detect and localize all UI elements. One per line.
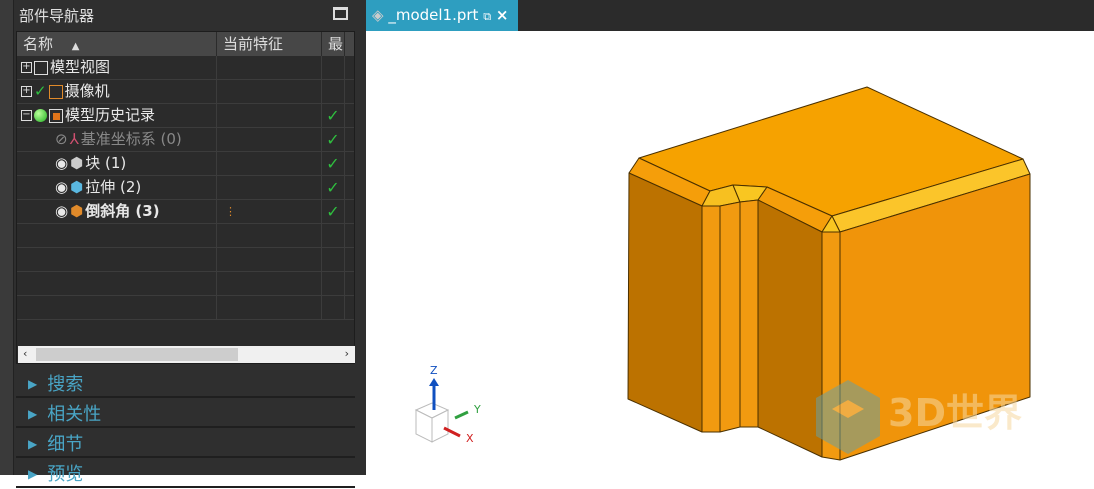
tree-row-cameras[interactable]: + ✓ 摄像机 (17, 80, 354, 104)
check-icon: ✓ (34, 82, 47, 100)
row-label: 基准坐标系 (0) (80, 130, 182, 148)
part-navigator-panel: 部件导航器 名称 ▲ 当前特征 最 + 模型视图 + ✓ 摄像机 − 模型历史记录 ✓ ⊘… (0, 0, 366, 488)
column-current-feature[interactable]: 当前特征 (217, 32, 322, 56)
scrollbar-thumb[interactable] (36, 348, 238, 361)
section-dependencies[interactable]: ▶ 相关性 (16, 400, 355, 428)
hidden-eye-icon[interactable]: ⊘ (55, 128, 68, 151)
collapse-icon[interactable]: − (21, 110, 32, 121)
eye-icon[interactable]: ◉ (55, 176, 68, 199)
notch-inner-face (757, 199, 823, 458)
row-label: 模型历史记录 (65, 106, 156, 124)
empty-row (17, 272, 354, 296)
left-face (627, 172, 703, 433)
expand-triangle-icon: ▶ (28, 377, 38, 391)
y-axis-arrow (454, 410, 469, 420)
navigator-tree: 名称 ▲ 当前特征 最 + 模型视图 + ✓ 摄像机 − 模型历史记录 ✓ ⊘ ⅄ 基准坐标系… (16, 31, 355, 364)
expand-triangle-icon: ▶ (28, 467, 38, 481)
section-label: 搜索 (47, 374, 84, 395)
model-views-icon (34, 60, 48, 75)
x-label: X (466, 432, 474, 445)
maximize-button[interactable] (333, 7, 348, 20)
watermark-text: 3D世界 (888, 391, 1022, 435)
tab-bar: ◈ _model1.prt ⧉ × (366, 0, 1094, 31)
empty-row (17, 248, 354, 272)
block-icon: ⬢ (70, 154, 84, 172)
section-search[interactable]: ▶ 搜索 (16, 370, 355, 398)
close-icon[interactable]: × (496, 6, 509, 24)
tree-row-chamfer[interactable]: ◉ ⬢ 倒斜角 (3) ⋮ ✓ (17, 200, 354, 224)
section-label: 相关性 (47, 404, 102, 425)
tree-row-extrude[interactable]: ◉ ⬢ 拉伸 (2) ✓ (17, 176, 354, 200)
float-icon[interactable]: ⧉ (483, 10, 491, 23)
current-feature-icon: ⋮ (225, 205, 236, 218)
tab-label: _model1.prt (388, 6, 479, 24)
strip-1 (701, 205, 721, 433)
latest-check (322, 56, 345, 79)
expand-triangle-icon: ▶ (28, 437, 38, 451)
empty-row (17, 296, 354, 320)
panel-title: 部件导航器 (19, 7, 95, 25)
extrude-icon: ⬢ (70, 178, 84, 196)
tree-header: 名称 ▲ 当前特征 最 (17, 32, 354, 56)
row-label: 块 (1) (85, 154, 127, 172)
watermark-logo: 3D世界 (816, 380, 1022, 454)
csys-icon: ⅄ (69, 130, 79, 148)
column-name[interactable]: 名称 ▲ (17, 32, 217, 56)
latest-check: ✓ (322, 152, 345, 175)
status-green-icon (34, 109, 47, 122)
scroll-left-icon[interactable]: ‹ (23, 347, 27, 360)
latest-check: ✓ (322, 176, 345, 199)
latest-check: ✓ (322, 200, 345, 223)
column-name-label: 名称 (23, 35, 54, 53)
expand-icon[interactable]: + (21, 86, 32, 97)
camera-icon (48, 84, 63, 99)
tab-model1[interactable]: ◈ _model1.prt ⧉ × (366, 0, 518, 31)
horizontal-scrollbar[interactable]: ‹ › (18, 346, 355, 363)
model-viewport: Z Y X 3D世界 (414, 86, 1031, 461)
part-icon: ◈ (372, 6, 384, 24)
resource-bar[interactable] (0, 0, 14, 475)
strip-2 (719, 201, 741, 433)
graphics-window[interactable]: Z Y X 3D世界 (366, 31, 1094, 475)
expand-triangle-icon: ▶ (28, 407, 38, 421)
y-label: Y (473, 403, 481, 416)
strip-3 (739, 199, 759, 428)
section-preview[interactable]: ▶ 预览 (16, 460, 355, 488)
section-details[interactable]: ▶ 细节 (16, 430, 355, 458)
tree-row-model-views[interactable]: + 模型视图 (17, 56, 354, 80)
history-icon (49, 108, 63, 123)
column-latest[interactable]: 最 (322, 32, 345, 56)
eye-icon[interactable]: ◉ (55, 200, 68, 223)
row-label: 拉伸 (2) (85, 178, 142, 196)
row-label: 倒斜角 (3) (85, 202, 160, 220)
latest-check (322, 80, 345, 103)
eye-icon[interactable]: ◉ (55, 152, 68, 175)
scroll-right-icon[interactable]: › (345, 347, 349, 360)
sort-asc-icon: ▲ (71, 41, 80, 52)
z-label: Z (430, 364, 438, 377)
tree-row-datum-csys[interactable]: ⊘ ⅄ 基准坐标系 (0) ✓ (17, 128, 354, 152)
wcs-triad: Z Y X (414, 364, 481, 445)
chamfer-icon: ⬢ (70, 202, 84, 220)
section-label: 细节 (47, 434, 84, 455)
expand-icon[interactable]: + (21, 62, 32, 73)
tree-row-block[interactable]: ◉ ⬢ 块 (1) ✓ (17, 152, 354, 176)
latest-check: ✓ (322, 128, 345, 151)
empty-row (17, 224, 354, 248)
row-label: 摄像机 (64, 82, 110, 100)
latest-check: ✓ (322, 104, 345, 127)
tree-row-model-history[interactable]: − 模型历史记录 ✓ (17, 104, 354, 128)
row-label: 模型视图 (50, 58, 111, 76)
